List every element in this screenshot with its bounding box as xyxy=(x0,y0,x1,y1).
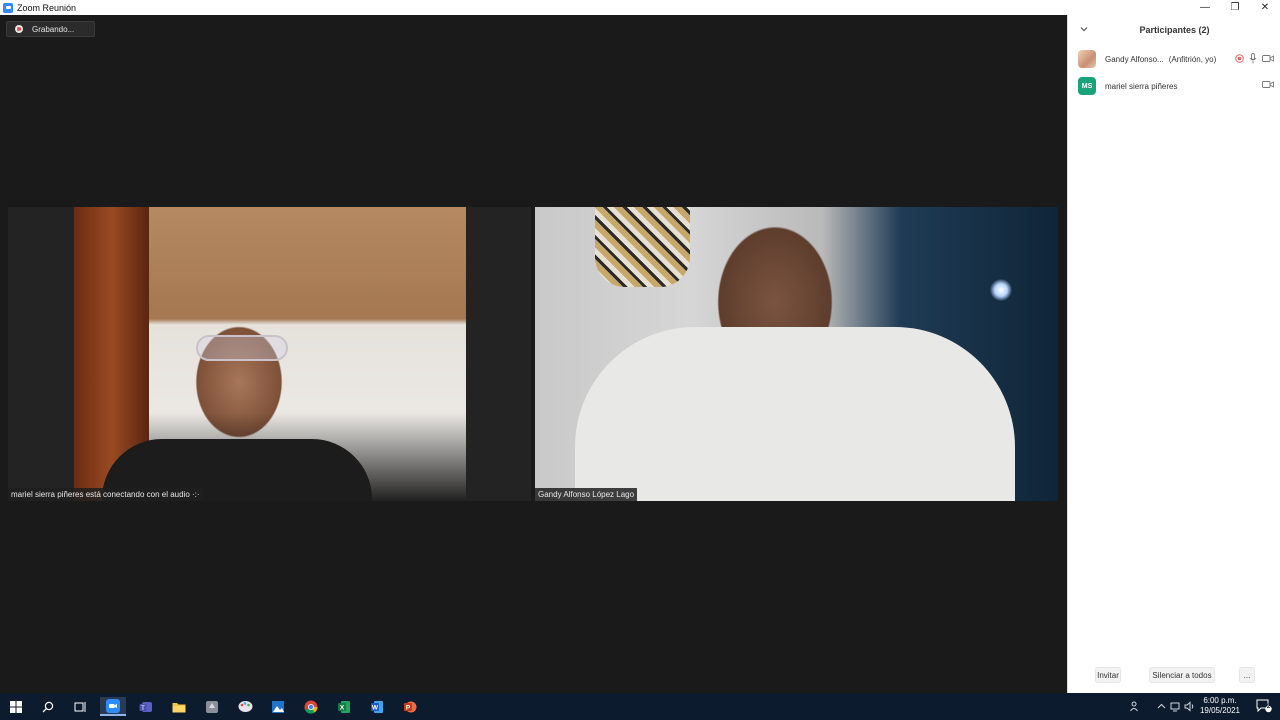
windows-taskbar: T X W P 6:00 p.m. 19/05/2021 2 xyxy=(0,693,1280,720)
participant-video xyxy=(74,207,466,501)
word-icon[interactable]: W xyxy=(364,697,390,716)
video-tile-mariel[interactable]: mariel sierra piñeres está conectando co… xyxy=(8,207,531,501)
volume-icon[interactable] xyxy=(1184,701,1195,712)
notification-count: 2 xyxy=(1266,704,1271,710)
more-options-button[interactable]: ... xyxy=(1239,667,1255,683)
recording-label: Grabando... xyxy=(32,24,75,34)
window-title: Zoom Reunión xyxy=(17,2,77,13)
participants-header: Participantes (2) xyxy=(1068,15,1280,45)
chevron-up-icon[interactable] xyxy=(1157,703,1166,709)
video-camera-icon[interactable] xyxy=(1262,54,1274,63)
invite-button[interactable]: Invitar xyxy=(1095,667,1121,683)
participant-name-tag: mariel sierra piñeres está conectando co… xyxy=(8,488,203,501)
recording-indicator[interactable]: Grabando... xyxy=(6,21,95,37)
search-icon[interactable] xyxy=(35,697,61,716)
meeting-video-area: Grabando... mariel sierra piñeres está c… xyxy=(0,15,1067,693)
clock-date: 19/05/2021 xyxy=(1199,706,1241,715)
notification-center-icon[interactable]: 2 xyxy=(1256,699,1272,713)
video-tile-gandy[interactable]: Gandy Alfonso López Lago xyxy=(535,207,1058,501)
paint-icon[interactable] xyxy=(232,697,258,716)
windows-start-icon[interactable] xyxy=(3,697,29,716)
microphone-icon[interactable] xyxy=(1249,53,1257,64)
svg-text:X: X xyxy=(340,704,345,711)
zoom-icon[interactable] xyxy=(100,697,126,716)
participants-panel: Participantes (2) Gandy Alfonso... (Anfi… xyxy=(1067,15,1280,693)
mute-all-button[interactable]: Silenciar a todos xyxy=(1149,667,1215,683)
participant-role: (Anfitrión, yo) xyxy=(1168,54,1217,64)
participant-name: Gandy Alfonso... xyxy=(1105,54,1164,64)
avatar: MS xyxy=(1078,77,1096,95)
clock-time: 6:00 p.m. xyxy=(1203,696,1237,705)
window-title-bar: Zoom Reunión — ❐ ✕ xyxy=(0,0,1280,15)
close-button[interactable]: ✕ xyxy=(1250,0,1280,15)
recording-icon xyxy=(15,25,23,33)
file-explorer-icon[interactable] xyxy=(166,697,192,716)
chrome-icon[interactable] xyxy=(298,697,324,716)
avatar xyxy=(1078,50,1096,68)
task-view-icon[interactable] xyxy=(67,697,93,716)
photos-icon[interactable] xyxy=(265,697,291,716)
participants-footer: Invitar Silenciar a todos ... xyxy=(1068,667,1280,685)
participant-name-tag: Gandy Alfonso López Lago xyxy=(535,488,638,501)
zoom-app-icon xyxy=(3,2,13,13)
teams-icon[interactable]: T xyxy=(133,697,159,716)
participant-name: mariel sierra piñeres xyxy=(1105,81,1178,91)
participant-row[interactable]: Gandy Alfonso... (Anfitrión, yo) xyxy=(1078,49,1274,69)
svg-text:W: W xyxy=(372,704,379,711)
network-icon[interactable] xyxy=(1170,701,1181,712)
participant-row[interactable]: MS mariel sierra piñeres xyxy=(1078,76,1274,96)
powerpoint-icon[interactable]: P xyxy=(397,697,423,716)
app-icon[interactable] xyxy=(199,697,225,716)
video-camera-icon[interactable] xyxy=(1262,80,1274,89)
restore-button[interactable]: ❐ xyxy=(1220,0,1250,15)
participants-title: Participantes (2) xyxy=(1139,25,1210,35)
svg-text:T: T xyxy=(141,705,145,711)
excel-icon[interactable]: X xyxy=(331,697,357,716)
participant-video xyxy=(535,207,1058,501)
taskbar-clock[interactable]: 6:00 p.m. 19/05/2021 xyxy=(1198,696,1242,716)
minimize-button[interactable]: — xyxy=(1190,0,1220,15)
svg-text:P: P xyxy=(406,704,411,711)
window-controls: — ❐ ✕ xyxy=(1190,0,1280,15)
people-icon[interactable] xyxy=(1130,701,1140,712)
recording-icon xyxy=(1235,54,1244,63)
